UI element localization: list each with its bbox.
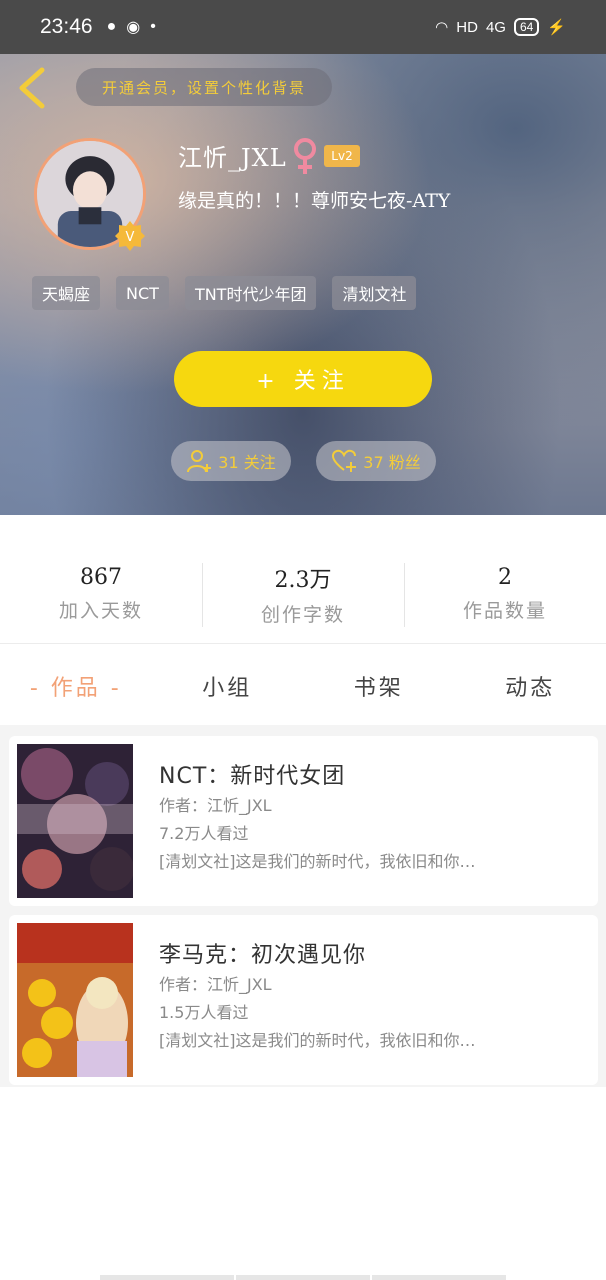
profile-header: 23:46 ● ◉ • ◠ HD 4G 64 ⚡ 开通会员，设置个性化背景 V … bbox=[0, 0, 606, 515]
works-list: NCT：新时代女团 作者：江忻_JXL 7.2万人看过 [清划文社]这是我们的新… bbox=[0, 725, 606, 1087]
work-views: 1.5万人看过 bbox=[159, 1003, 249, 1022]
work-description: [清划文社]这是我们的新时代，我依旧和你… bbox=[159, 1031, 476, 1050]
stat-value: 2.3万 bbox=[274, 567, 332, 593]
stat-label: 作品数量 bbox=[462, 600, 547, 622]
female-gender-icon bbox=[294, 138, 316, 174]
profile-tabs: - 作品 - 小组 书架 动态 bbox=[0, 660, 606, 712]
tag-item[interactable]: 清划文社 bbox=[332, 276, 417, 310]
work-cover-image bbox=[17, 923, 133, 1077]
vip-background-prompt[interactable]: 开通会员，设置个性化背景 bbox=[76, 68, 332, 106]
stat-value: 2 bbox=[498, 565, 512, 590]
wifi-icon: ◠ bbox=[435, 19, 449, 36]
back-arrow-icon[interactable] bbox=[14, 66, 50, 110]
work-card[interactable]: NCT：新时代女团 作者：江忻_JXL 7.2万人看过 [清划文社]这是我们的新… bbox=[9, 736, 598, 906]
username: 江忻_JXL bbox=[178, 144, 287, 172]
fans-button[interactable]: 37 粉丝 bbox=[316, 441, 436, 481]
level-badge: Lv2 bbox=[324, 145, 360, 167]
stat-word-count: 2.3万 创作字数 bbox=[202, 545, 404, 643]
work-title: 李马克：初次遇见你 bbox=[159, 943, 367, 968]
work-views: 7.2万人看过 bbox=[159, 824, 249, 843]
status-time: 23:46 bbox=[40, 15, 93, 38]
heart-plus-icon bbox=[332, 449, 357, 472]
fans-count: 37 粉丝 bbox=[363, 453, 421, 472]
tab-groups[interactable]: 小组 bbox=[152, 670, 304, 702]
status-bar: 23:46 ● ◉ • ◠ HD 4G 64 ⚡ bbox=[0, 0, 606, 54]
work-author: 作者：江忻_JXL bbox=[159, 975, 272, 994]
tag-item[interactable]: TNT时代少年团 bbox=[184, 276, 317, 310]
work-description: [清划文社]这是我们的新时代，我依旧和你… bbox=[159, 852, 476, 871]
stat-works-count: 2 作品数量 bbox=[404, 545, 606, 643]
signature: 缘是真的！！！尊师安七夜-ATY bbox=[178, 190, 451, 212]
add-user-icon bbox=[187, 450, 212, 473]
verified-badge-icon: V bbox=[115, 221, 145, 251]
network-label: HD bbox=[456, 18, 478, 36]
tag-list: 天蝎座 NCT TNT时代少年团 清划文社 bbox=[32, 276, 417, 310]
stat-join-days: 867 加入天数 bbox=[0, 545, 202, 643]
signal-label: 4G bbox=[485, 18, 506, 36]
battery-icon: 64 bbox=[513, 18, 540, 36]
follow-button[interactable]: + 关注 bbox=[174, 351, 432, 407]
bottom-nav-indicator bbox=[100, 1275, 506, 1280]
globe-icon: ● bbox=[106, 18, 117, 35]
profile-stats: 867 加入天数 2.3万 创作字数 2 作品数量 bbox=[0, 545, 606, 643]
stat-label: 创作字数 bbox=[260, 603, 345, 626]
svg-text:V: V bbox=[126, 230, 135, 245]
tab-activity[interactable]: 动态 bbox=[455, 670, 606, 702]
charging-icon: ⚡ bbox=[547, 19, 566, 36]
tag-item[interactable]: NCT bbox=[116, 276, 169, 310]
stat-label: 加入天数 bbox=[58, 600, 143, 622]
following-button[interactable]: 31 关注 bbox=[171, 441, 291, 481]
tag-item[interactable]: 天蝎座 bbox=[32, 276, 101, 310]
work-card[interactable]: 李马克：初次遇见你 作者：江忻_JXL 1.5万人看过 [清划文社]这是我们的新… bbox=[9, 915, 598, 1085]
work-author: 作者：江忻_JXL bbox=[159, 796, 272, 815]
stat-value: 867 bbox=[80, 565, 122, 590]
work-title: NCT：新时代女团 bbox=[159, 764, 346, 789]
tab-works[interactable]: - 作品 - bbox=[0, 670, 152, 702]
following-count: 31 关注 bbox=[218, 453, 276, 472]
wechat-icon: ◉ bbox=[126, 19, 141, 36]
work-cover-image bbox=[17, 744, 133, 898]
tab-bookshelf[interactable]: 书架 bbox=[303, 670, 455, 702]
divider bbox=[0, 643, 606, 644]
dot-icon: • bbox=[150, 18, 156, 35]
